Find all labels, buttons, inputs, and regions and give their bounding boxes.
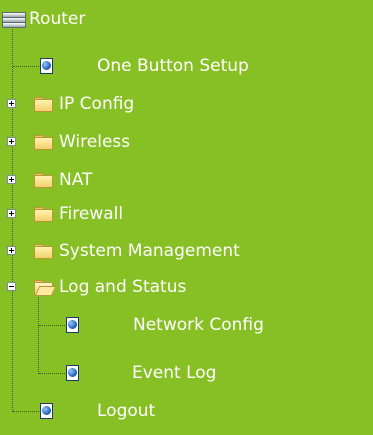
page-icon <box>66 317 81 334</box>
tree-item-wireless[interactable]: Wireless <box>34 127 130 157</box>
tree-item-label: One Button Setup <box>97 56 249 76</box>
tree-line-main <box>12 29 13 412</box>
folder-icon <box>34 244 53 259</box>
folder-icon <box>34 135 53 150</box>
tree-item-label: IP Config <box>59 94 135 114</box>
page-icon <box>40 403 55 420</box>
page-icon <box>40 58 55 75</box>
expand-icon[interactable] <box>7 175 16 184</box>
page-icon <box>66 365 81 382</box>
expand-icon[interactable] <box>7 209 16 218</box>
tree-item-label: Log and Status <box>59 277 187 297</box>
tree-root-label: Router <box>29 9 86 29</box>
navigation-tree: Router One Button Setup IP Config Wirele… <box>0 0 373 435</box>
tree-item-nat[interactable]: NAT <box>34 165 92 195</box>
folder-open-icon <box>34 280 57 296</box>
collapse-icon[interactable] <box>7 282 16 291</box>
tree-item-label: Wireless <box>59 132 131 152</box>
expand-icon[interactable] <box>7 99 16 108</box>
tree-line-log-children <box>38 292 39 374</box>
tree-item-one-button-setup[interactable]: One Button Setup <box>40 51 249 81</box>
tree-branch-network-config <box>39 325 65 326</box>
tree-item-label: Event Log <box>132 363 217 383</box>
tree-item-label: Network Config <box>133 315 264 335</box>
folder-icon <box>34 97 53 112</box>
expand-icon[interactable] <box>7 246 16 255</box>
tree-item-ip-config[interactable]: IP Config <box>34 89 134 119</box>
tree-branch-one-button-setup <box>13 66 39 67</box>
tree-item-label: Firewall <box>59 204 124 224</box>
tree-item-logout[interactable]: Logout <box>40 396 155 426</box>
tree-item-system-management[interactable]: System Management <box>34 236 240 266</box>
tree-item-label: Logout <box>97 401 156 421</box>
tree-item-label: System Management <box>59 241 240 261</box>
folder-icon <box>34 207 53 222</box>
tree-root-router[interactable]: Router <box>0 4 85 34</box>
tree-item-network-config[interactable]: Network Config <box>66 310 264 340</box>
tree-branch-logout <box>13 411 39 412</box>
router-icon <box>2 12 26 28</box>
folder-icon <box>34 173 53 188</box>
tree-item-log-and-status[interactable]: Log and Status <box>34 272 186 302</box>
tree-item-label: NAT <box>59 170 93 190</box>
tree-item-event-log[interactable]: Event Log <box>66 358 216 388</box>
expand-icon[interactable] <box>7 137 16 146</box>
tree-item-firewall[interactable]: Firewall <box>34 199 123 229</box>
tree-branch-event-log <box>39 373 65 374</box>
